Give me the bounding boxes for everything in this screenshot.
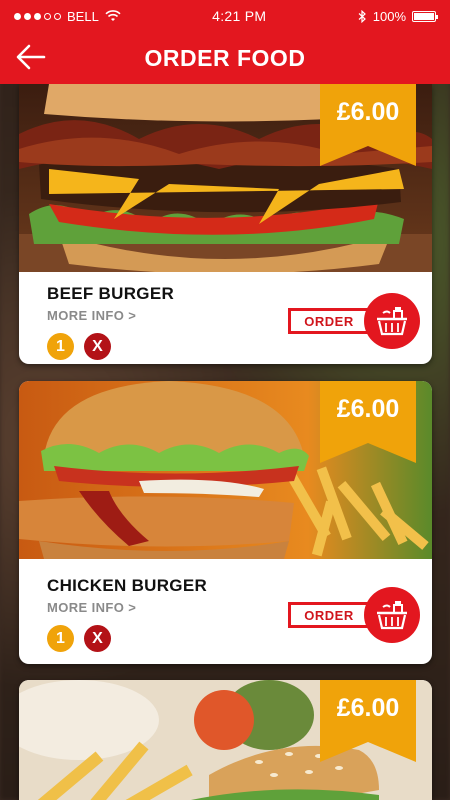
bluetooth-icon [358, 9, 366, 23]
price-tag: £6.00 [320, 84, 416, 166]
quantity-badge: 1 [47, 625, 74, 652]
order-group: ORDER [288, 293, 420, 349]
remove-button[interactable]: X [84, 333, 111, 360]
remove-button[interactable]: X [84, 625, 111, 652]
quantity-row: 1 X [47, 625, 207, 652]
header: ORDER FOOD [0, 32, 450, 84]
item-info: BEEF BURGER MORE INFO > 1 X [47, 284, 174, 360]
item-name: BEEF BURGER [47, 284, 175, 303]
food-card-third: £6.00 [19, 680, 432, 800]
price-tag: £6.00 [320, 680, 416, 762]
item-name: CHICKEN BURGER [47, 576, 208, 595]
basket-button[interactable] [364, 293, 420, 349]
wifi-icon [105, 10, 121, 21]
status-right: 100% [358, 8, 438, 24]
carrier-name: BELL [67, 8, 99, 24]
more-info-link[interactable]: MORE INFO > [47, 600, 207, 615]
battery-percent: 100% [372, 8, 406, 24]
food-card-chicken-burger: £6.00 CHICKEN BURGER MORE INFO > 1 X ORD… [19, 381, 432, 664]
basket-button[interactable] [364, 587, 420, 643]
battery-icon [412, 10, 438, 22]
status-left: BELL [14, 9, 121, 24]
signal-strength-icon [14, 12, 61, 20]
order-button[interactable]: ORDER [288, 308, 370, 334]
quantity-badge: 1 [47, 333, 74, 360]
quantity-row: 1 X [47, 333, 174, 360]
price-label: £6.00 [336, 694, 400, 722]
price-label: £6.00 [336, 395, 400, 423]
basket-icon [377, 601, 407, 630]
food-card-beef-burger: £6.00 BEEF BURGER MORE INFO > 1 X ORDER [19, 84, 432, 364]
basket-icon [377, 307, 407, 336]
price-tag: £6.00 [320, 381, 416, 463]
order-button[interactable]: ORDER [288, 602, 370, 628]
item-info: CHICKEN BURGER MORE INFO > 1 X [47, 576, 207, 652]
status-bar: BELL 4:21 PM 100% [0, 0, 450, 32]
top-bar: BELL 4:21 PM 100% ORDER FOOD [0, 0, 450, 84]
order-group: ORDER [288, 587, 420, 643]
price-label: £6.00 [336, 98, 400, 126]
status-time: 4:21 PM [212, 8, 267, 24]
page-title: ORDER FOOD [144, 44, 306, 71]
back-arrow-icon[interactable] [14, 40, 48, 74]
more-info-link[interactable]: MORE INFO > [47, 308, 174, 323]
